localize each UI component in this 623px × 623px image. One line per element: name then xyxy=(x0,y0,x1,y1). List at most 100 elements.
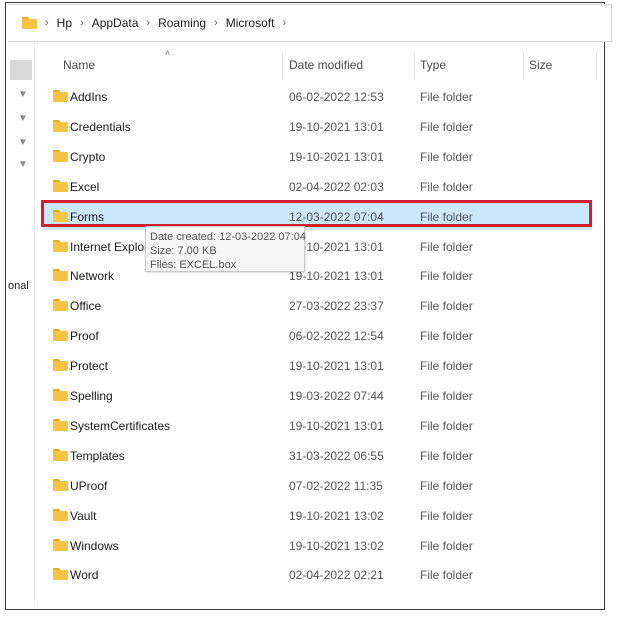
navigation-pane: ▼ ▼ ▼ ▼ onal xyxy=(8,42,36,602)
folder-icon xyxy=(53,418,68,431)
folder-icon xyxy=(53,149,68,162)
table-row[interactable]: AddIns 06-02-2022 12:53 File folder xyxy=(44,82,592,110)
file-date-modified: 19-10-2021 13:01 xyxy=(289,149,384,164)
table-row[interactable]: Windows 19-10-2021 13:02 File folder xyxy=(44,531,592,559)
file-date-modified: 07-02-2022 11:35 xyxy=(289,478,383,493)
file-type: File folder xyxy=(420,329,473,344)
file-date-modified: 19-03-2022 07:44 xyxy=(289,389,384,403)
file-date-modified: 31-03-2022 06:55 xyxy=(289,448,384,463)
file-name: Windows xyxy=(70,538,119,553)
column-size[interactable]: Size xyxy=(529,58,552,72)
file-type: File folder xyxy=(420,389,473,403)
pin-icon: ▼ xyxy=(18,89,28,100)
file-name: Protect xyxy=(70,359,109,374)
file-date-modified: 19-10-2021 13:01 xyxy=(289,418,384,433)
file-name: Spelling xyxy=(70,389,113,403)
file-date-modified: 19-10-2021 13:01 xyxy=(289,119,384,134)
selection-highlight-box xyxy=(41,200,592,227)
folder-icon xyxy=(53,508,68,521)
file-type: File folder xyxy=(420,508,473,523)
file-type: File folder xyxy=(420,568,473,583)
file-date-modified: 02-04-2022 02:21 xyxy=(289,568,384,583)
folder-icon xyxy=(53,389,68,401)
folder-icon xyxy=(22,17,37,29)
table-row[interactable]: Office 27-03-2022 23:37 File folder xyxy=(44,291,592,319)
address-bar[interactable]: › Hp › AppData › Roaming › Microsoft › xyxy=(8,4,612,42)
breadcrumb-item-roaming[interactable]: Roaming xyxy=(158,16,206,30)
folder-icon xyxy=(53,239,68,252)
file-type: File folder xyxy=(420,418,473,433)
file-date-modified: 06-02-2022 12:53 xyxy=(289,90,384,104)
file-type: File folder xyxy=(420,179,473,194)
file-date-modified: 19-10-2021 13:02 xyxy=(289,508,384,523)
breadcrumb-item-microsoft[interactable]: Microsoft xyxy=(226,16,275,30)
file-name: Proof xyxy=(70,329,99,344)
file-type: File folder xyxy=(420,90,473,104)
nav-item-label[interactable]: onal xyxy=(8,280,29,292)
sort-caret-icon: ˄ xyxy=(165,48,171,58)
file-name: Word xyxy=(70,568,99,583)
column-divider[interactable] xyxy=(414,52,415,80)
table-row[interactable]: Spelling 19-03-2022 07:44 File folder xyxy=(44,381,592,409)
folder-icon xyxy=(53,448,68,461)
column-type[interactable]: Type xyxy=(420,58,446,72)
breadcrumb-item-appdata[interactable]: AppData xyxy=(92,16,139,30)
file-name: Crypto xyxy=(70,149,106,164)
file-name: AddIns xyxy=(70,90,108,104)
table-row[interactable]: Credentials 19-10-2021 13:01 File folder xyxy=(44,112,592,140)
file-name: UProof xyxy=(70,478,108,493)
file-date-modified: 02-04-2022 02:03 xyxy=(289,179,384,194)
breadcrumb: › Hp › AppData › Roaming › Microsoft › xyxy=(37,16,294,30)
pin-icon: ▼ xyxy=(18,159,28,170)
file-name: Excel xyxy=(70,179,100,194)
file-type: File folder xyxy=(420,359,473,374)
folder-icon xyxy=(53,478,68,491)
folder-icon xyxy=(53,90,68,102)
file-name: Network xyxy=(70,269,115,284)
chevron-right-icon[interactable]: › xyxy=(282,17,286,29)
file-name: Templates xyxy=(70,448,125,463)
table-row[interactable]: SystemCertificates 19-10-2021 13:01 File f… xyxy=(44,411,592,439)
folder-icon xyxy=(53,568,68,581)
file-type: File folder xyxy=(420,299,473,314)
chevron-right-icon: › xyxy=(45,17,49,29)
column-divider[interactable] xyxy=(596,52,597,80)
file-name: SystemCertificates xyxy=(70,418,171,433)
file-date-modified: 06-02-2022 12:54 xyxy=(289,329,384,344)
pane-divider xyxy=(34,42,35,607)
column-divider[interactable] xyxy=(282,52,283,80)
table-row[interactable]: UProof 07-02-2022 11:35 File folder xyxy=(44,471,592,499)
table-row[interactable]: Internet Explorer 19-10-2021 13:01 File fo… xyxy=(44,232,592,260)
table-row[interactable]: Excel 02-04-2022 02:03 File folder xyxy=(44,172,592,200)
tooltip-files: Files: EXCEL.box xyxy=(150,259,237,271)
table-row[interactable]: Proof 06-02-2022 12:54 File folder xyxy=(44,321,592,349)
nav-scroll-block[interactable] xyxy=(10,60,32,80)
folder-icon xyxy=(53,179,68,192)
chevron-right-icon: › xyxy=(214,17,218,29)
chevron-right-icon: › xyxy=(146,17,151,29)
table-row[interactable]: Crypto 19-10-2021 13:01 File folder xyxy=(44,142,592,170)
file-name: Vault xyxy=(70,508,97,523)
table-row[interactable]: Network 19-10-2021 13:01 File folder xyxy=(44,261,592,289)
file-date-modified: 19-10-2021 13:02 xyxy=(289,538,384,553)
folder-icon xyxy=(53,359,68,372)
folder-icon xyxy=(53,299,68,312)
table-row[interactable]: Word 02-04-2022 02:21 File folder xyxy=(44,560,592,588)
column-divider[interactable] xyxy=(523,52,524,80)
table-row[interactable]: Templates 31-03-2022 06:55 File folder xyxy=(44,441,592,469)
breadcrumb-item-hp[interactable]: Hp xyxy=(57,16,72,30)
column-header: ˄ Name Date modified Type Size xyxy=(35,48,605,82)
table-row[interactable]: Vault 19-10-2021 13:02 File folder xyxy=(44,501,592,529)
folder-icon xyxy=(53,269,68,282)
file-name: Credentials xyxy=(70,119,131,134)
folder-icon xyxy=(53,119,68,132)
file-type: File folder xyxy=(420,149,473,164)
folder-icon xyxy=(53,538,68,551)
table-row[interactable]: Protect 19-10-2021 13:01 File folder xyxy=(44,351,592,379)
column-date-modified[interactable]: Date modified xyxy=(289,58,363,72)
file-name: Office xyxy=(70,299,102,314)
folder-tooltip: Date created: 12-03-2022 07:04 Size: 7.0… xyxy=(145,226,306,272)
file-type: File folder xyxy=(420,119,473,134)
column-name[interactable]: Name xyxy=(63,58,95,72)
file-date-modified: 27-03-2022 23:37 xyxy=(289,299,384,314)
